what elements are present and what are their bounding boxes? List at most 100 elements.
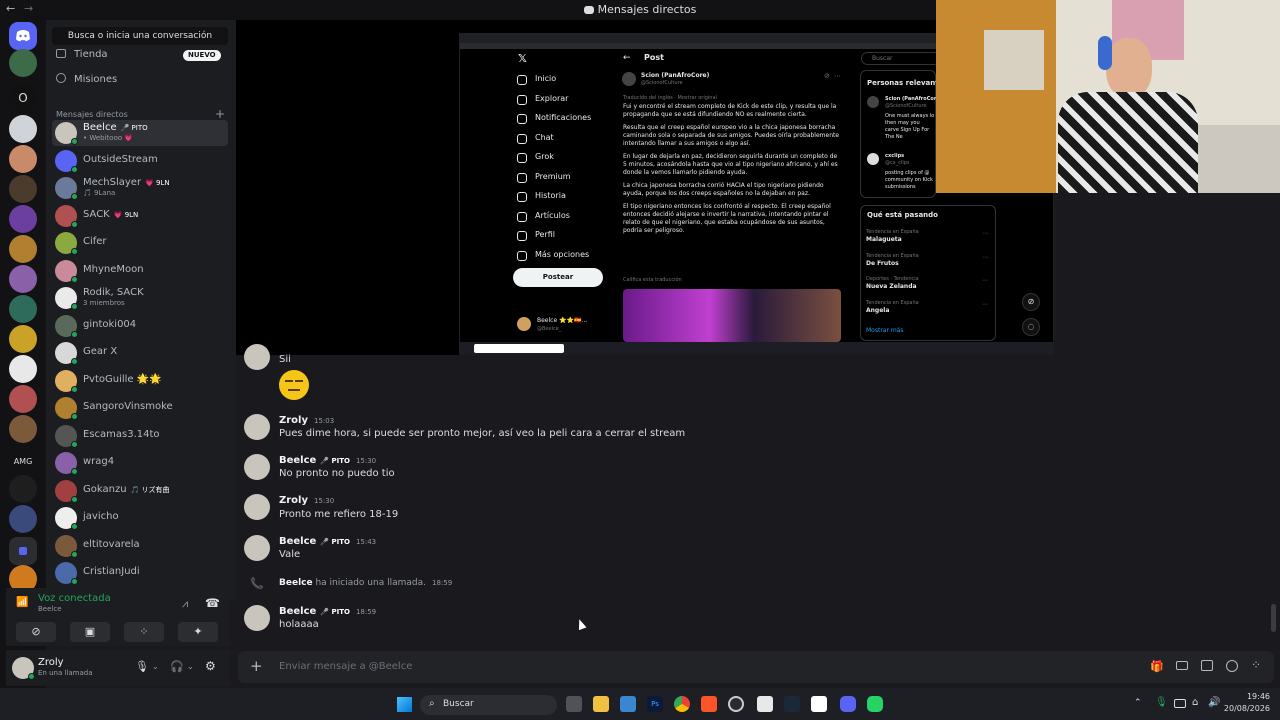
dm-item[interactable]: Beelce 🎤 PITO • Webitooo 💗 [52,120,228,146]
app-icon[interactable] [620,696,636,712]
server-icon[interactable] [9,295,37,323]
dm-item[interactable]: Gear X [52,340,228,366]
app-icon[interactable] [757,696,773,712]
twitter-nav-item[interactable]: Premium [535,172,571,181]
emoji-icon[interactable] [1226,660,1238,672]
volume-icon[interactable]: 🔊 [1208,697,1220,708]
add-dm-icon[interactable]: + [215,107,225,121]
trend-item[interactable]: De Frutos [866,260,899,267]
server-icon[interactable] [9,235,37,263]
chevron-down-icon[interactable]: ⌄ [187,662,194,671]
server-icon[interactable] [9,115,37,143]
screen-share-button[interactable]: ▣ [70,622,110,642]
twitter-nav-item[interactable]: Artículos [535,211,570,220]
more-icon[interactable]: ⋯ [982,230,988,237]
apps-icon[interactable]: ⁘ [1251,658,1261,672]
nav-quests[interactable]: Misiones [56,70,117,90]
server-icon[interactable] [9,385,37,413]
server-icon[interactable] [9,355,37,383]
twitter-nav-item[interactable]: Grok [535,152,554,161]
dm-item[interactable]: Rodik, SACK 3 miembros [52,285,228,311]
call-user[interactable]: Beelce [279,578,313,588]
trend-item[interactable]: Nueva Zelanda [866,283,917,290]
server-icon[interactable] [9,415,37,443]
twitter-nav-item[interactable]: Historia [535,191,566,200]
dm-item[interactable]: MechSlayer 💗 9LN 🎵 9Lana [52,175,228,201]
dm-item[interactable]: eltitovarela [52,533,228,559]
camera-off-button[interactable]: ⊘ [16,622,56,642]
twitter-nav-item[interactable]: Chat [535,133,554,142]
task-view-icon[interactable] [566,696,582,712]
post-button[interactable]: Postear [513,268,603,287]
dm-item[interactable]: SangoroVinsmoke [52,395,228,421]
microphone-icon[interactable]: 🎙 [135,660,149,673]
server-icon[interactable] [9,205,37,233]
dm-item[interactable]: Gokanzu 🎵 リズ有曲 [52,478,228,504]
dm-item[interactable]: Escamas3.14to [52,423,228,449]
gif-icon[interactable] [1176,661,1188,670]
message-author[interactable]: Beelce 🎤 PITO 18:59 [279,606,376,617]
grok-float-icon[interactable]: ⊘ [1022,293,1040,311]
tray-icon[interactable] [1174,699,1186,708]
message-avatar[interactable] [244,494,270,520]
windows-start-icon[interactable] [397,697,412,712]
more-icon[interactable]: ⋯ [982,301,988,308]
network-icon[interactable]: ⌂ [1192,697,1198,708]
message-avatar[interactable] [244,344,270,370]
dm-item[interactable]: gintoki004 [52,313,228,339]
discord-taskbar-icon[interactable] [840,696,856,712]
message-author[interactable]: Beelce 🎤 PITO 15:30 [279,455,376,466]
trend-item[interactable]: Angela [866,307,889,314]
taskbar-search[interactable]: ⌕ Buscar [420,695,557,715]
message-avatar[interactable] [244,605,270,631]
dm-item[interactable]: javicho [52,505,228,531]
relevant-avatar[interactable] [867,96,879,108]
show-more-link[interactable]: Mostrar más [866,327,904,334]
relevant-avatar[interactable] [867,153,879,165]
rate-translation[interactable]: Califica esta traducción [623,277,682,283]
dm-item[interactable]: wrag4 [52,450,228,476]
brave-icon[interactable] [701,696,717,712]
trend-item[interactable]: Malagueta [866,236,902,243]
message-input[interactable]: Enviar mensaje a @Beelce [279,661,412,672]
server-icon[interactable] [9,505,37,533]
back-arrow-icon[interactable]: ← [623,53,631,63]
chevron-down-icon[interactable]: ⌄ [152,662,159,671]
twitter-search[interactable]: Buscar [861,52,941,65]
sticker-icon[interactable] [1201,660,1213,671]
soundboard-button[interactable]: ✦ [178,622,218,642]
message-author[interactable]: Zroly 15:30 [279,495,334,506]
file-explorer-icon[interactable] [593,696,609,712]
message-author[interactable]: Beelce 🎤 PITO 15:43 [279,536,376,547]
server-icon[interactable]: O [9,84,37,112]
dm-item[interactable]: PvtoGuille 🌟🌟 [52,368,228,394]
translated-note[interactable]: Traducido del inglés · Mostrar original [623,95,717,101]
message-avatar[interactable] [244,454,270,480]
headphones-icon[interactable]: 🎧 [170,660,184,673]
grok-icon[interactable]: ⊘ [824,72,830,80]
server-icon[interactable] [9,145,37,173]
server-icon[interactable] [9,325,37,353]
dm-item[interactable]: MhyneMoon [52,258,228,284]
server-icon[interactable]: AMG [9,445,37,473]
voice-channel[interactable]: Beelce [38,605,62,613]
chrome-icon[interactable] [674,696,690,712]
noise-suppression-icon[interactable]: ⩘ [182,597,188,611]
message-avatar[interactable] [244,535,270,561]
gear-icon[interactable]: ⚙ [205,659,216,673]
activities-button[interactable]: ⁘ [124,622,164,642]
discord-home-icon[interactable] [9,22,37,50]
messages-float-icon[interactable]: ◌ [1022,318,1040,336]
server-icon[interactable] [9,475,37,503]
smirk-emoji[interactable] [279,370,309,400]
whatsapp-icon[interactable] [867,696,883,712]
twitter-nav-item[interactable]: Explorar [535,94,568,103]
more-icon[interactable]: ⋯ [982,277,988,284]
search-conversation-button[interactable]: Busca o inicia una conversación [52,27,228,45]
twitter-nav-item[interactable]: Notificaciones [535,113,591,122]
gift-icon[interactable]: 🎁 [1150,660,1164,673]
notion-icon[interactable] [811,696,827,712]
server-icon[interactable] [9,175,37,203]
mic-tray-icon[interactable]: 🎙 [1155,697,1168,708]
message-avatar[interactable] [244,414,270,440]
